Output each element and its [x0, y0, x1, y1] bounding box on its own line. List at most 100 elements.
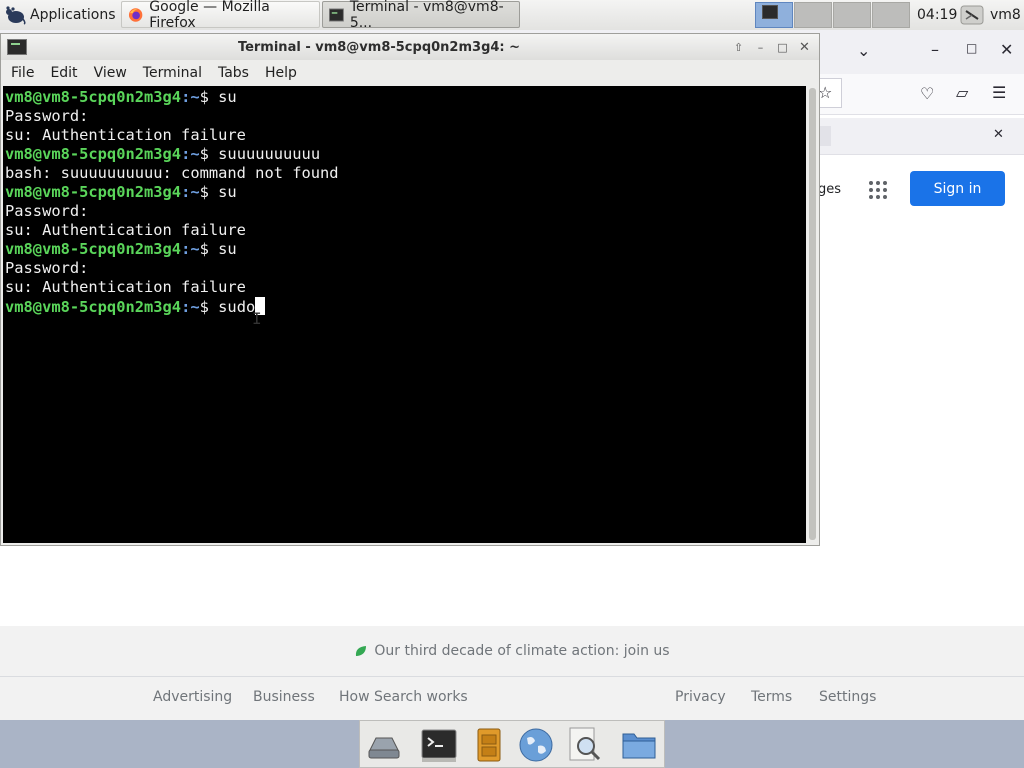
- prompt-path: :~: [181, 183, 200, 201]
- how-search-works-link[interactable]: How Search works: [339, 689, 468, 705]
- menu-edit[interactable]: Edit: [42, 65, 85, 81]
- notification-bar: ✕: [818, 118, 1024, 155]
- firefox-icon: [128, 7, 143, 22]
- prompt-host: vm8@vm8-5cpq0n2m3g4: [5, 240, 182, 258]
- workspace-1[interactable]: [755, 2, 793, 28]
- menu-help[interactable]: Help: [257, 65, 305, 81]
- terminal-command-line: vm8@vm8-5cpq0n2m3g4:~$ sudo: [5, 297, 806, 316]
- close-icon[interactable]: ✕: [796, 39, 813, 55]
- prompt-path: :~: [181, 88, 200, 106]
- search-icon[interactable]: [566, 726, 604, 764]
- footer-message[interactable]: Our third decade of climate action: join…: [374, 643, 669, 659]
- web-browser-icon[interactable]: [517, 726, 555, 764]
- terminal-output-line: su: Authentication failure: [5, 221, 806, 240]
- menu-view[interactable]: View: [86, 65, 135, 81]
- output-text: Password:: [5, 202, 89, 220]
- minimize-icon[interactable]: –: [931, 42, 939, 58]
- terminal-output[interactable]: vm8@vm8-5cpq0n2m3g4:~$ su Password: su: Au…: [3, 86, 806, 543]
- terminal-menubar: File Edit View Terminal Tabs Help: [1, 60, 819, 85]
- prompt-host: vm8@vm8-5cpq0n2m3g4: [5, 145, 182, 163]
- menu-terminal[interactable]: Terminal: [135, 65, 210, 81]
- network-icon[interactable]: [960, 0, 984, 30]
- menu-file[interactable]: File: [1, 65, 42, 81]
- output-text: Password:: [5, 107, 89, 125]
- prompt-symbol: $: [199, 298, 219, 316]
- terminal-command-line: vm8@vm8-5cpq0n2m3g4:~$ su: [5, 88, 806, 107]
- output-text: su: Authentication failure: [5, 221, 246, 239]
- shade-icon[interactable]: ⇧: [730, 39, 747, 55]
- google-apps-icon[interactable]: [869, 181, 887, 199]
- terminal-output-line: su: Authentication failure: [5, 126, 806, 145]
- terminal-command-line: vm8@vm8-5cpq0n2m3g4:~$ su: [5, 183, 806, 202]
- taskbar-firefox[interactable]: Google — Mozilla Firefox: [121, 0, 320, 31]
- business-link[interactable]: Business: [253, 689, 315, 705]
- command-text: suuuuuuuuuu: [218, 145, 321, 163]
- prompt-host: vm8@vm8-5cpq0n2m3g4: [5, 298, 182, 316]
- pocket-icon[interactable]: ♡: [920, 86, 934, 102]
- taskbar-terminal[interactable]: Terminal - vm8@vm8-5...: [322, 0, 520, 31]
- clock[interactable]: 04:19: [917, 0, 957, 30]
- prompt-symbol: $: [199, 145, 219, 163]
- terms-link[interactable]: Terms: [751, 689, 792, 705]
- workspace-2[interactable]: [794, 2, 832, 28]
- xfce-mouse-icon: [6, 6, 26, 25]
- terminal-titlebar[interactable]: Terminal - vm8@vm8-5cpq0n2m3g4: ~ ⇧ – □ …: [1, 34, 819, 60]
- terminal-thumbnail-icon: [762, 5, 778, 19]
- prompt-symbol: $: [199, 88, 219, 106]
- prompt-host: vm8@vm8-5cpq0n2m3g4: [5, 183, 182, 201]
- command-text: sudo: [218, 298, 256, 316]
- terminal-icon: [329, 8, 344, 21]
- sign-in-button[interactable]: Sign in: [910, 171, 1005, 206]
- folder-icon[interactable]: [620, 726, 658, 764]
- terminal-title: Terminal - vm8@vm8-5cpq0n2m3g4: ~: [237, 40, 521, 55]
- applications-label: Applications: [30, 7, 116, 23]
- bottom-panel: [0, 720, 1024, 768]
- prompt-path: :~: [181, 240, 200, 258]
- advertising-link[interactable]: Advertising: [153, 689, 232, 705]
- footer-links: Advertising Business How Search works Pr…: [0, 677, 1024, 720]
- file-cabinet-icon[interactable]: [470, 726, 508, 764]
- prompt-symbol: $: [199, 240, 219, 258]
- list-all-tabs-icon[interactable]: ⌄: [857, 43, 870, 59]
- workspace-3[interactable]: [833, 2, 871, 28]
- footer-message-bar: Our third decade of climate action: join…: [0, 626, 1024, 677]
- menu-tabs[interactable]: Tabs: [210, 65, 257, 81]
- user-menu[interactable]: vm8: [990, 0, 1021, 30]
- command-text: su: [218, 88, 237, 106]
- maximize-icon[interactable]: □: [966, 42, 977, 54]
- images-link[interactable]: ges: [818, 182, 841, 197]
- terminal-output-line: bash: suuuuuuuuuu: command not found: [5, 164, 806, 183]
- workspace-4[interactable]: [872, 2, 910, 28]
- terminal-output-line: Password:: [5, 202, 806, 221]
- scrollbar-thumb[interactable]: [809, 88, 816, 540]
- terminal-output-line: Password:: [5, 259, 806, 278]
- output-text: bash: suuuuuuuuuu: command not found: [5, 164, 339, 182]
- applications-menu[interactable]: Applications: [4, 0, 116, 30]
- terminal-lines: vm8@vm8-5cpq0n2m3g4:~$ su Password: su: Au…: [3, 86, 806, 316]
- minimize-icon[interactable]: –: [752, 39, 769, 55]
- maximize-icon[interactable]: □: [774, 39, 791, 55]
- close-icon[interactable]: ✕: [1000, 42, 1013, 58]
- prompt-path: :~: [181, 298, 200, 316]
- text-cursor-icon: I: [252, 309, 262, 328]
- command-text: su: [218, 183, 237, 201]
- terminal-command-line: vm8@vm8-5cpq0n2m3g4:~$ suuuuuuuuuu: [5, 145, 806, 164]
- output-text: su: Authentication failure: [5, 278, 246, 296]
- output-text: Password:: [5, 259, 89, 277]
- terminal-window: Terminal - vm8@vm8-5cpq0n2m3g4: ~ ⇧ – □ …: [0, 33, 820, 546]
- extensions-icon[interactable]: ▱: [956, 85, 968, 101]
- privacy-link[interactable]: Privacy: [675, 689, 726, 705]
- settings-link[interactable]: Settings: [819, 689, 876, 705]
- terminal-scrollbar[interactable]: [807, 86, 818, 543]
- top-panel: Applications Google — Mozilla Firefox Te…: [0, 0, 1024, 31]
- hamburger-menu-icon[interactable]: ☰: [992, 85, 1006, 101]
- notification-close-icon[interactable]: ✕: [993, 128, 1004, 141]
- drive-icon[interactable]: [364, 726, 402, 764]
- terminal-output-line: su: Authentication failure: [5, 278, 806, 297]
- leaf-icon: [356, 646, 367, 656]
- prompt-host: vm8@vm8-5cpq0n2m3g4: [5, 88, 182, 106]
- dock: [359, 720, 665, 768]
- command-text: su: [218, 240, 237, 258]
- terminal-icon[interactable]: [420, 726, 458, 764]
- taskbar-terminal-label: Terminal - vm8@vm8-5...: [349, 0, 504, 31]
